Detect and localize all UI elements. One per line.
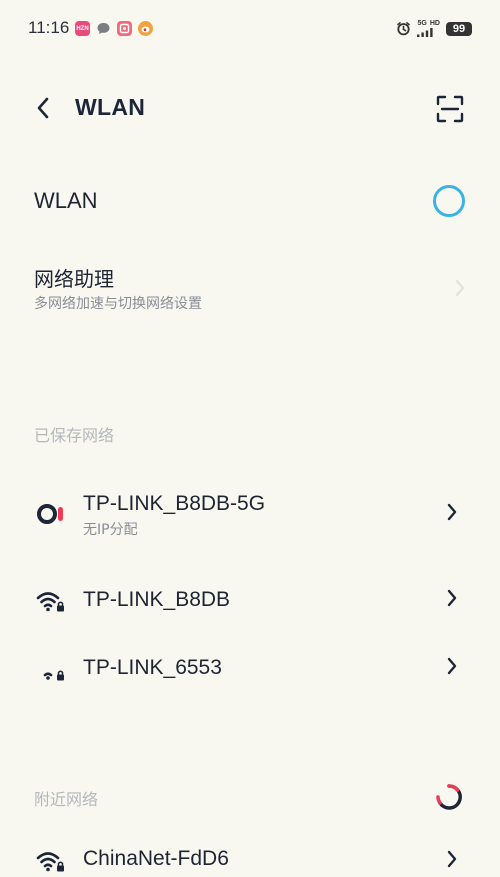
alarm-icon (396, 22, 410, 36)
chevron-right-icon (455, 279, 465, 297)
scan-icon (436, 95, 464, 123)
wlan-toggle-switch[interactable] (433, 185, 465, 217)
wifi-weak-locked-icon (43, 670, 64, 681)
network-row-tp-link-6553[interactable]: TP-LINK_6553 (0, 640, 500, 696)
signal-icon (416, 28, 433, 37)
network-status: 无IP分配 (83, 522, 138, 538)
hz-app-icon: HZN (75, 21, 90, 36)
network-assistant-subtitle: 多网络加速与切换网络设置 (34, 296, 202, 312)
back-button[interactable] (28, 92, 58, 124)
saved-networks-header: 已保存网络 (34, 426, 115, 445)
wlan-toggle-label: WLAN (34, 188, 98, 213)
app-icon (117, 21, 132, 36)
status-bar: 11:16 HZN 5G HD 99 (0, 0, 500, 56)
network-type: 5G (417, 20, 427, 27)
chevron-right-icon (447, 503, 457, 521)
network-assistant-row[interactable]: 网络助理 多网络加速与切换网络设置 (0, 250, 500, 330)
message-icon (96, 21, 111, 36)
network-name: ChinaNet-FdD6 (83, 847, 229, 870)
network-name: TP-LINK_B8DB-5G (83, 492, 266, 515)
loading-spinner-icon (436, 784, 462, 810)
network-name: TP-LINK_6553 (83, 656, 222, 679)
chevron-right-icon (447, 657, 457, 675)
weibo-icon (138, 21, 153, 36)
back-arrow-icon (37, 97, 49, 119)
scan-qr-button[interactable] (432, 92, 468, 126)
connecting-icon (37, 504, 63, 524)
wifi-locked-icon (36, 592, 64, 612)
nearby-networks-header: 附近网络 (34, 790, 99, 809)
page-title: WLAN (75, 94, 146, 120)
hd-indicator: HD (429, 20, 440, 27)
chevron-right-icon (447, 850, 457, 868)
wifi-locked-icon (36, 852, 64, 872)
network-row-chinanet-fdd6[interactable]: ChinaNet-FdD6 (0, 832, 500, 877)
battery-indicator: 99 (446, 21, 472, 36)
status-right: 5G HD 99 (396, 20, 472, 37)
network-row-tp-link-b8db-5g[interactable]: TP-LINK_B8DB-5G 无IP分配 (0, 478, 500, 548)
network-row-tp-link-b8db[interactable]: TP-LINK_B8DB (0, 572, 500, 628)
signal-group: 5G HD (416, 20, 440, 37)
chevron-right-icon (447, 589, 457, 607)
network-name: TP-LINK_B8DB (83, 588, 231, 611)
status-time: 11:16 (28, 18, 70, 37)
notification-icons: HZN (75, 21, 153, 36)
network-assistant-title: 网络助理 (34, 267, 114, 291)
